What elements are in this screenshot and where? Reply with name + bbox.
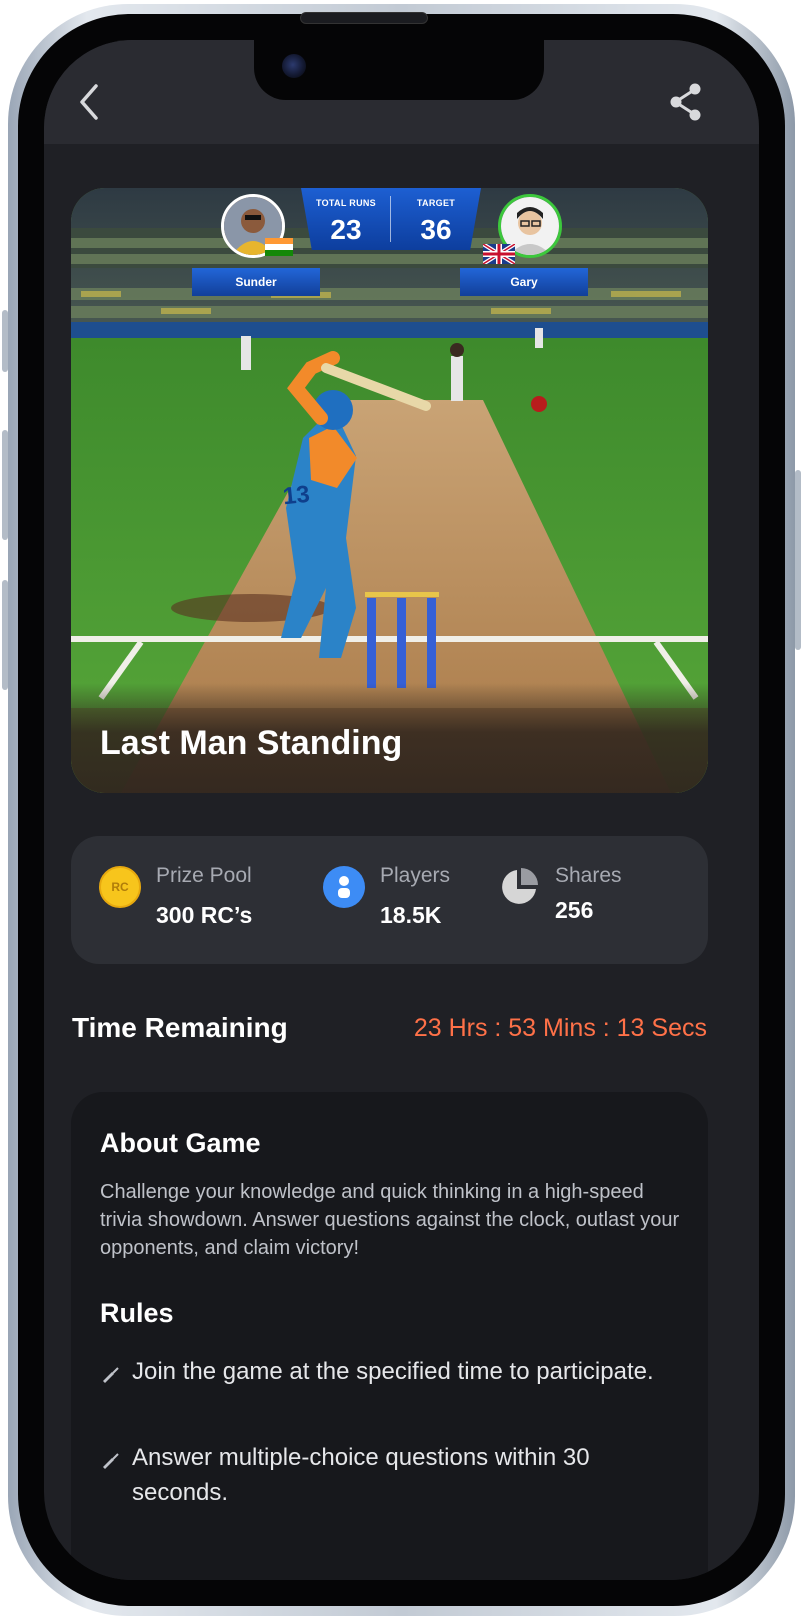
- rule-text: Join the game at the specified time to p…: [132, 1358, 654, 1385]
- player-left-name: Sunder: [192, 268, 320, 296]
- player-right-name: Gary: [460, 268, 588, 296]
- earpiece-speaker: [300, 12, 428, 24]
- stats-card: RC Prize Pool 300 RC’s Players 18.5K Sha…: [71, 836, 708, 964]
- batsman-shirt-number: 13: [281, 480, 311, 511]
- total-runs-label: TOTAL RUNS: [315, 198, 376, 208]
- scoreboard: TOTAL RUNS 23 TARGET 36: [301, 188, 481, 250]
- user-icon: [323, 866, 365, 908]
- notch: [254, 40, 544, 100]
- coin-icon-text: RC: [111, 880, 129, 894]
- chevron-left-icon: [80, 84, 98, 120]
- target-value: 36: [420, 214, 452, 245]
- cricket-bat-icon: [103, 1453, 119, 1469]
- share-icon: [670, 83, 701, 121]
- rules-title: Rules: [100, 1298, 174, 1328]
- pie-chart-icon: [498, 866, 540, 908]
- about-description: Challenge your knowledge and quick think…: [100, 1181, 680, 1259]
- cricket-bat-icon: [103, 1367, 119, 1383]
- stat-label: Shares: [555, 864, 622, 887]
- coin-icon: RC: [99, 866, 141, 908]
- rule-text: Answer multiple-choice questions within …: [132, 1444, 590, 1506]
- stat-value: 256: [555, 897, 594, 923]
- stat-value: 300 RC’s: [156, 902, 253, 928]
- volume-down-button: [2, 580, 8, 690]
- volume-up-button: [2, 430, 8, 540]
- countdown-timer: 23 Hrs : 53 Mins : 13 Secs: [413, 1014, 707, 1042]
- india-flag-icon: [265, 238, 293, 256]
- back-button[interactable]: [72, 80, 108, 124]
- front-camera: [282, 54, 306, 78]
- total-runs-value: 23: [330, 214, 362, 245]
- power-button: [795, 470, 801, 650]
- game-title: Last Man Standing: [100, 724, 403, 762]
- share-button[interactable]: [664, 80, 708, 124]
- screen: Sunder TOTAL RUNS 23 TARGET 36 Gary 13 L…: [44, 40, 759, 1580]
- stat-value: 18.5K: [380, 902, 442, 928]
- stat-label: Players: [380, 864, 451, 887]
- target-label: TARGET: [416, 198, 456, 208]
- game-banner[interactable]: Sunder TOTAL RUNS 23 TARGET 36 Gary 13 L…: [71, 188, 708, 793]
- uk-flag-icon: [483, 244, 515, 264]
- stat-label: Prize Pool: [156, 864, 252, 887]
- about-game-card: About Game Challenge your knowledge and …: [71, 1092, 708, 1580]
- mute-switch: [2, 310, 8, 372]
- time-remaining-label: Time Remaining: [72, 1012, 288, 1043]
- about-title: About Game: [100, 1128, 261, 1158]
